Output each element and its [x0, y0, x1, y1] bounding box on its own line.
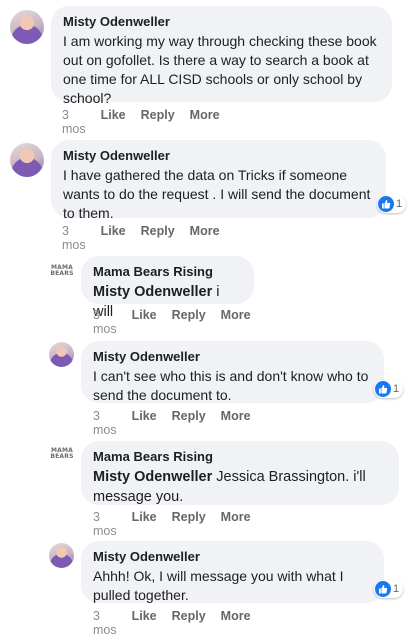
avatar[interactable]	[10, 143, 44, 177]
reply-link[interactable]: Reply	[172, 308, 206, 336]
mama-bears-logo: MAMA BEARS	[50, 264, 74, 277]
more-link[interactable]: More	[221, 409, 251, 437]
reply-bubble: Misty Odenweller I can't see who this is…	[81, 341, 384, 403]
reply-bubble: Mama Bears Rising Misty Odenweller i wil…	[81, 256, 254, 320]
reply-author[interactable]: Misty Odenweller	[93, 349, 372, 365]
comment-author[interactable]: Misty Odenweller	[63, 148, 374, 164]
avatar[interactable]: MAMA BEARS	[49, 260, 75, 282]
comment-actions: 3 mos Like Reply More	[62, 108, 235, 136]
mention-link[interactable]: Misty Odenweller	[93, 469, 212, 485]
reaction-count: 1	[396, 198, 403, 210]
comment-timestamp[interactable]: 3 mos	[62, 224, 86, 252]
reply-link[interactable]: Reply	[141, 108, 175, 136]
reply-timestamp[interactable]: 3 mos	[93, 409, 117, 437]
like-link[interactable]: Like	[132, 609, 157, 637]
reaction-badge[interactable]: 1	[374, 380, 404, 398]
thumbs-up-icon	[375, 381, 391, 397]
more-link[interactable]: More	[221, 510, 251, 538]
comment-text: I have gathered the data on Tricks if so…	[63, 167, 371, 221]
reaction-badge[interactable]: 1	[377, 195, 407, 213]
like-link[interactable]: Like	[132, 308, 157, 336]
reaction-badge[interactable]: 1	[374, 580, 404, 598]
more-link[interactable]: More	[190, 108, 220, 136]
thumbs-up-icon	[375, 581, 391, 597]
reply-link[interactable]: Reply	[172, 609, 206, 637]
reply-text: I can't see who this is and don't know w…	[93, 368, 369, 403]
reply-text: Misty Odenweller Jessica Brassington. i'…	[93, 469, 366, 505]
reply-bubble: Misty Odenweller Ahhh! Ok, I will messag…	[81, 541, 384, 603]
reply-actions: 3 mos Like Reply More	[93, 308, 266, 336]
more-link[interactable]: More	[190, 224, 220, 252]
more-link[interactable]: More	[221, 609, 251, 637]
reply-actions: 3 mos Like Reply More	[93, 609, 266, 637]
like-link[interactable]: Like	[132, 510, 157, 538]
more-link[interactable]: More	[221, 308, 251, 336]
reply-author[interactable]: Mama Bears Rising	[93, 264, 242, 280]
reply-author[interactable]: Mama Bears Rising	[93, 449, 387, 465]
mention-link[interactable]: Misty Odenweller	[93, 284, 212, 300]
comment-bubble: Misty Odenweller I have gathered the dat…	[51, 140, 386, 221]
thumbs-up-icon	[378, 196, 394, 212]
reaction-count: 1	[393, 583, 400, 595]
avatar[interactable]	[10, 10, 44, 44]
reply-link[interactable]: Reply	[141, 224, 175, 252]
comment-author[interactable]: Misty Odenweller	[63, 14, 380, 30]
reply-author[interactable]: Misty Odenweller	[93, 549, 372, 565]
mama-bears-logo: MAMA BEARS	[50, 447, 74, 460]
reply-text: Ahhh! Ok, I will message you with what I…	[93, 568, 344, 603]
comment-bubble: Misty Odenweller I am working my way thr…	[51, 6, 392, 106]
reply-bubble: Mama Bears Rising Misty Odenweller Jessi…	[81, 441, 399, 505]
comment-actions: 3 mos Like Reply More	[62, 224, 235, 252]
comment-timestamp[interactable]: 3 mos	[62, 108, 86, 136]
reply-timestamp[interactable]: 3 mos	[93, 510, 117, 538]
avatar[interactable]: MAMA BEARS	[49, 443, 75, 465]
reply-actions: 3 mos Like Reply More	[93, 510, 266, 538]
reaction-count: 1	[393, 383, 400, 395]
reply-link[interactable]: Reply	[172, 510, 206, 538]
like-link[interactable]: Like	[132, 409, 157, 437]
reply-timestamp[interactable]: 3 mos	[93, 609, 117, 637]
avatar[interactable]	[49, 543, 74, 568]
comment-text: I am working my way through checking the…	[63, 33, 377, 106]
reply-actions: 3 mos Like Reply More	[93, 409, 266, 437]
like-link[interactable]: Like	[101, 224, 126, 252]
reply-link[interactable]: Reply	[172, 409, 206, 437]
avatar[interactable]	[49, 342, 74, 367]
like-link[interactable]: Like	[101, 108, 126, 136]
reply-timestamp[interactable]: 3 mos	[93, 308, 117, 336]
